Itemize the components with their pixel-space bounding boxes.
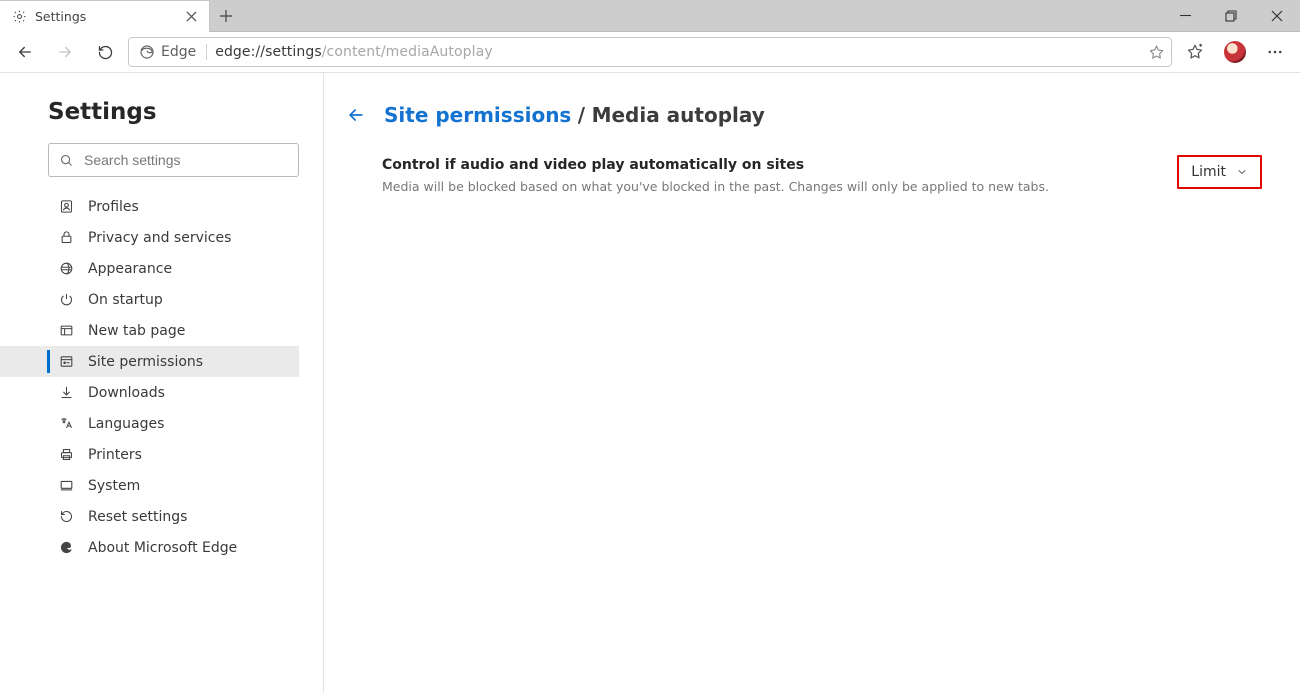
sidebar-item-label: On startup bbox=[88, 292, 163, 308]
sidebar-item-label: Site permissions bbox=[88, 354, 203, 370]
sidebar-item-label: About Microsoft Edge bbox=[88, 540, 237, 556]
back-button[interactable] bbox=[8, 35, 42, 69]
settings-sidebar: Settings Profiles Privacy and services bbox=[0, 73, 324, 693]
sidebar-item-site-permissions[interactable]: Site permissions bbox=[0, 346, 299, 377]
window-controls bbox=[1162, 0, 1300, 31]
browser-tab[interactable]: Settings bbox=[0, 0, 210, 32]
grid-icon bbox=[58, 323, 74, 338]
content-area: Settings Profiles Privacy and services bbox=[0, 73, 1300, 693]
breadcrumb: Site permissions / Media autoplay bbox=[342, 101, 1262, 129]
sidebar-item-label: Reset settings bbox=[88, 509, 187, 525]
breadcrumb-separator: / bbox=[578, 103, 585, 127]
sidebar-item-downloads[interactable]: Downloads bbox=[0, 377, 299, 408]
settings-nav: Profiles Privacy and services Appearance… bbox=[0, 191, 299, 563]
browser-toolbar: Edge edge://settings/content/mediaAutopl… bbox=[0, 32, 1300, 73]
sidebar-item-label: Privacy and services bbox=[88, 230, 231, 246]
minimize-button[interactable] bbox=[1162, 0, 1208, 31]
setting-title: Control if audio and video play automati… bbox=[382, 157, 1049, 173]
address-bar[interactable]: Edge edge://settings/content/mediaAutopl… bbox=[128, 37, 1172, 67]
main-pane: Site permissions / Media autoplay Contro… bbox=[324, 73, 1300, 693]
sidebar-item-label: Appearance bbox=[88, 261, 172, 277]
more-menu-button[interactable] bbox=[1258, 35, 1292, 69]
gear-icon bbox=[12, 9, 27, 24]
tab-title: Settings bbox=[35, 9, 175, 24]
sidebar-item-newtab[interactable]: New tab page bbox=[0, 315, 299, 346]
lock-icon bbox=[58, 230, 74, 245]
url-text: edge://settings/content/mediaAutoplay bbox=[215, 44, 1140, 60]
refresh-button[interactable] bbox=[88, 35, 122, 69]
sidebar-item-label: Languages bbox=[88, 416, 164, 432]
sidebar-item-languages[interactable]: Languages bbox=[0, 408, 299, 439]
sidebar-item-system[interactable]: System bbox=[0, 470, 299, 501]
sidebar-item-startup[interactable]: On startup bbox=[0, 284, 299, 315]
breadcrumb-back-button[interactable] bbox=[342, 101, 370, 129]
setting-text-block: Control if audio and video play automati… bbox=[382, 157, 1049, 194]
dropdown-value: Limit bbox=[1191, 164, 1226, 180]
profile-avatar[interactable] bbox=[1218, 35, 1252, 69]
sidebar-item-about[interactable]: About Microsoft Edge bbox=[0, 532, 299, 563]
sidebar-item-label: Profiles bbox=[88, 199, 139, 215]
printer-icon bbox=[58, 447, 74, 462]
setting-description: Media will be blocked based on what you'… bbox=[382, 179, 1049, 194]
maximize-button[interactable] bbox=[1208, 0, 1254, 31]
sidebar-item-label: Downloads bbox=[88, 385, 165, 401]
breadcrumb-link[interactable]: Site permissions bbox=[384, 103, 571, 127]
forward-button[interactable] bbox=[48, 35, 82, 69]
site-identity[interactable]: Edge bbox=[139, 44, 207, 60]
title-bar-drag-region bbox=[242, 0, 1162, 31]
site-identity-label: Edge bbox=[161, 44, 196, 60]
download-icon bbox=[58, 385, 74, 400]
close-icon[interactable] bbox=[183, 9, 199, 25]
page-title: Settings bbox=[48, 99, 299, 125]
chevron-down-icon bbox=[1236, 166, 1248, 178]
reset-icon bbox=[58, 509, 74, 524]
favorite-star-icon[interactable] bbox=[1148, 44, 1165, 61]
sidebar-item-reset[interactable]: Reset settings bbox=[0, 501, 299, 532]
breadcrumb-current: Media autoplay bbox=[592, 103, 765, 127]
edge-logo-icon bbox=[139, 44, 155, 60]
search-input[interactable] bbox=[84, 152, 288, 168]
search-settings[interactable] bbox=[48, 143, 299, 177]
sidebar-item-printers[interactable]: Printers bbox=[0, 439, 299, 470]
appearance-icon bbox=[58, 261, 74, 276]
new-tab-button[interactable] bbox=[210, 0, 242, 31]
power-icon bbox=[58, 292, 74, 307]
close-window-button[interactable] bbox=[1254, 0, 1300, 31]
sidebar-item-label: New tab page bbox=[88, 323, 185, 339]
language-icon bbox=[58, 416, 74, 431]
search-icon bbox=[59, 153, 74, 168]
sidebar-item-privacy[interactable]: Privacy and services bbox=[0, 222, 299, 253]
sidebar-item-profiles[interactable]: Profiles bbox=[0, 191, 299, 222]
sidebar-item-label: Printers bbox=[88, 447, 142, 463]
permissions-icon bbox=[58, 354, 74, 369]
profile-icon bbox=[58, 199, 74, 214]
breadcrumb-text: Site permissions / Media autoplay bbox=[384, 103, 765, 127]
sidebar-item-appearance[interactable]: Appearance bbox=[0, 253, 299, 284]
favorites-button[interactable] bbox=[1178, 35, 1212, 69]
edge-icon bbox=[58, 540, 74, 555]
avatar-image bbox=[1224, 41, 1246, 63]
title-bar: Settings bbox=[0, 0, 1300, 32]
media-autoplay-setting: Control if audio and video play automati… bbox=[382, 157, 1262, 194]
sidebar-item-label: System bbox=[88, 478, 140, 494]
system-icon bbox=[58, 478, 74, 493]
autoplay-dropdown[interactable]: Limit bbox=[1177, 155, 1262, 189]
